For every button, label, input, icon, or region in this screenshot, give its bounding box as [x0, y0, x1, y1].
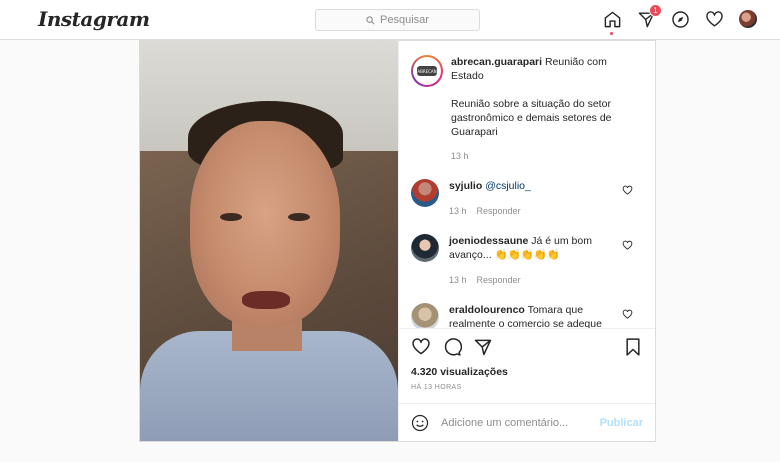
- post-time[interactable]: 13 h: [451, 151, 469, 161]
- reply-button[interactable]: Responder: [477, 275, 521, 285]
- emoji-icon[interactable]: [411, 414, 429, 432]
- comment-like-icon[interactable]: [622, 309, 633, 320]
- comment-item: syjulio @csjulio_ 13 h Responder: [411, 179, 643, 218]
- profile-avatar[interactable]: [738, 9, 758, 29]
- post-caption: ABRECAN abrecan.guarapari Reunião com Es…: [411, 55, 643, 163]
- comment-bubble-icon[interactable]: [442, 337, 462, 357]
- direct-messages-icon[interactable]: 1: [636, 4, 662, 29]
- comment-input[interactable]: Adicione um comentário...: [441, 417, 600, 429]
- comment-like-icon[interactable]: [622, 240, 633, 251]
- search-placeholder: Pesquisar: [380, 14, 429, 26]
- add-comment-bar: Adicione um comentário... Publicar: [399, 403, 655, 441]
- search-icon: [366, 15, 375, 24]
- comment-time[interactable]: 13 h: [449, 275, 467, 285]
- comment-item: eraldolourenco Tomara que realmente o co…: [411, 303, 643, 328]
- comment-avatar[interactable]: [411, 303, 439, 328]
- comments-list[interactable]: ABRECAN abrecan.guarapari Reunião com Es…: [399, 41, 655, 328]
- owner-username[interactable]: abrecan.guarapari: [451, 56, 542, 68]
- notification-badge: 1: [649, 4, 662, 17]
- comment-avatar[interactable]: [411, 179, 439, 207]
- share-icon[interactable]: [473, 337, 493, 357]
- comment-username[interactable]: eraldolourenco: [449, 304, 525, 316]
- comment-time[interactable]: 13 h: [449, 206, 467, 216]
- home-icon[interactable]: [602, 9, 622, 35]
- publish-button[interactable]: Publicar: [600, 417, 643, 429]
- comment-item: joeniodessaune Já é um bom avanço... 👏👏👏…: [411, 234, 643, 287]
- view-count[interactable]: 4.320 visualizações: [411, 366, 643, 378]
- search-input[interactable]: Pesquisar: [315, 9, 480, 31]
- comment-username[interactable]: syjulio: [449, 180, 482, 192]
- save-bookmark-icon[interactable]: [623, 337, 643, 357]
- post-sidebar: ABRECAN abrecan.guarapari Reunião com Es…: [398, 41, 655, 441]
- reply-button[interactable]: Responder: [477, 206, 521, 216]
- comment-text[interactable]: @csjulio_: [485, 180, 531, 192]
- like-heart-icon[interactable]: [411, 337, 431, 357]
- post-actions: 4.320 visualizações HÁ 13 HORAS: [399, 328, 655, 398]
- post-video[interactable]: [140, 41, 398, 441]
- active-dot: [610, 32, 613, 35]
- post-card: ABRECAN abrecan.guarapari Reunião com Es…: [139, 40, 656, 442]
- activity-heart-icon[interactable]: [704, 9, 724, 29]
- explore-compass-icon[interactable]: [670, 9, 690, 29]
- comment-avatar[interactable]: [411, 234, 439, 262]
- instagram-logo[interactable]: Instagram: [38, 7, 150, 31]
- post-timestamp[interactable]: HÁ 13 HORAS: [411, 384, 643, 391]
- owner-avatar[interactable]: ABRECAN: [411, 55, 443, 87]
- comment-like-icon[interactable]: [622, 185, 633, 196]
- top-navbar: Instagram Pesquisar 1: [0, 0, 780, 40]
- post-description: Reunião sobre a situação do setor gastro…: [451, 98, 612, 138]
- comment-username[interactable]: joeniodessaune: [449, 235, 528, 247]
